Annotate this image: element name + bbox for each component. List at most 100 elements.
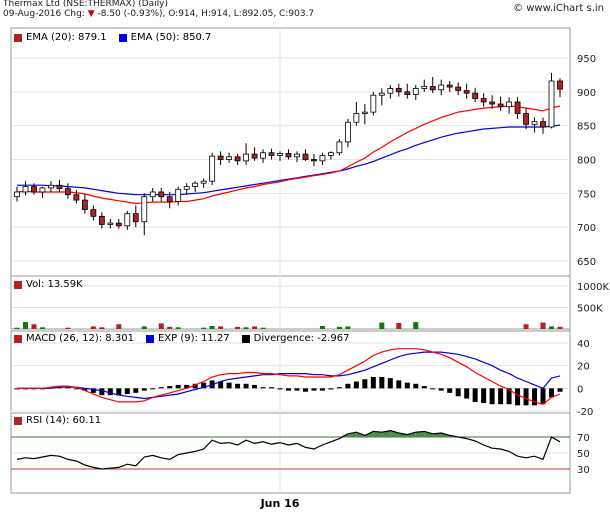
- ema50-swatch: [118, 33, 127, 42]
- divergence-bar: [523, 388, 529, 406]
- volume-bar: [65, 327, 71, 329]
- candle-body: [268, 152, 275, 156]
- volume-tick-label: 1000K: [577, 282, 609, 293]
- brand-watermark: © www.iChart s.in: [513, 3, 604, 14]
- volume-bar: [396, 322, 402, 329]
- volume-swatch: [14, 280, 22, 289]
- divergence-bar: [387, 378, 393, 389]
- macd-tick-label: 20: [577, 362, 590, 373]
- volume-tick-label: 500K: [577, 304, 603, 315]
- divergence-bar: [107, 388, 113, 396]
- price-tick-label: 700: [577, 223, 596, 234]
- volume-bar: [336, 326, 342, 329]
- candle-body: [404, 91, 411, 95]
- volume-bar: [31, 324, 37, 329]
- price-tick-label: 900: [577, 88, 596, 99]
- candle-body: [395, 88, 402, 93]
- candle-body: [489, 101, 496, 105]
- divergence-bar: [481, 388, 487, 404]
- divergence-bar: [167, 386, 173, 389]
- candle-body: [446, 84, 453, 88]
- candle-body: [115, 222, 122, 227]
- divergence-bar: [226, 382, 232, 389]
- volume-bar: [243, 327, 249, 329]
- candle-body: [480, 98, 487, 103]
- x-tick-label: Jun 16: [260, 497, 300, 510]
- divergence-bar: [489, 388, 495, 405]
- volume-bar: [379, 322, 385, 329]
- candle-body: [132, 213, 139, 223]
- rsi-tick-label: 70: [577, 433, 590, 444]
- divergence-bar: [277, 388, 283, 390]
- volume-bar: [99, 327, 105, 329]
- candle-body: [39, 187, 46, 193]
- divergence-bar: [447, 388, 453, 393]
- divergence-bar: [158, 387, 164, 389]
- volume-legend-text: Vol: 13.59K: [26, 279, 83, 290]
- summary-values: -8.50 (-0.93%), O:914, H:914, L:892.05, …: [97, 9, 315, 19]
- candle-body: [56, 184, 63, 189]
- candle-body: [217, 155, 224, 160]
- divergence-bar: [269, 387, 275, 389]
- volume-bar: [158, 323, 164, 329]
- divergence-bar: [515, 388, 521, 406]
- divergence-bar: [472, 388, 478, 402]
- divergence-bar: [557, 388, 563, 392]
- price-tick-label: 850: [577, 122, 596, 133]
- candle-body: [22, 186, 29, 193]
- candle-body: [540, 121, 546, 128]
- macd-swatch: [14, 334, 22, 343]
- candle-body: [412, 88, 419, 95]
- divergence-bar: [319, 388, 325, 391]
- volume-bar: [319, 325, 325, 329]
- divergence-bar: [99, 388, 105, 396]
- divergence-bar: [124, 388, 130, 394]
- volume-bar: [175, 327, 181, 329]
- candle-body: [226, 156, 233, 160]
- volume-bar: [201, 327, 207, 329]
- candle-body: [463, 90, 470, 94]
- divergence-bar: [464, 388, 470, 399]
- divergence-bar: [286, 388, 291, 391]
- divergence-bar: [260, 387, 266, 389]
- candle-body: [353, 113, 360, 123]
- divergence-bar: [438, 388, 444, 391]
- macd-legend-text: MACD (26, 12): 8.301: [26, 333, 134, 344]
- exp-legend-text: EXP (9): 11.27: [157, 333, 230, 344]
- divergence-bar: [396, 380, 402, 389]
- candle-body: [548, 80, 555, 128]
- divergence-bar: [294, 388, 300, 391]
- macd-tick-label: 40: [577, 339, 590, 350]
- candle-body: [149, 191, 156, 198]
- candle-body: [98, 215, 105, 225]
- candle-body: [192, 182, 199, 187]
- chart-canvas: 650700750800850900950Jun 16JulAug1000K50…: [10, 27, 609, 510]
- candle-body: [421, 86, 428, 89]
- volume-bar: [252, 326, 258, 329]
- rsi-legend: RSI (14): 60.11: [14, 415, 101, 426]
- candle-body: [166, 196, 173, 202]
- volume-bar: [39, 327, 45, 329]
- candle-body: [455, 86, 462, 91]
- divergence-bar: [404, 382, 410, 389]
- candle-body: [531, 121, 538, 125]
- candle-body: [319, 155, 326, 162]
- divergence-bar: [421, 386, 427, 389]
- price-tick-label: 750: [577, 189, 596, 200]
- candle-body: [141, 196, 148, 223]
- divergence-bar: [336, 387, 342, 389]
- volume-bar: [540, 322, 546, 329]
- volume-bar: [14, 327, 20, 329]
- divergence-bar: [455, 388, 461, 397]
- divergence-bar: [345, 383, 351, 389]
- rsi-tick-label: 50: [577, 449, 590, 460]
- candle-body: [328, 152, 334, 156]
- divergence-bar: [362, 379, 368, 389]
- macd-tick-label: 0: [577, 384, 583, 395]
- candle-body: [65, 188, 71, 196]
- divergence-bar: [430, 388, 436, 390]
- volume-bar: [116, 324, 122, 329]
- volume-bar: [209, 325, 215, 329]
- candle-body: [497, 103, 504, 108]
- candle-body: [73, 194, 80, 201]
